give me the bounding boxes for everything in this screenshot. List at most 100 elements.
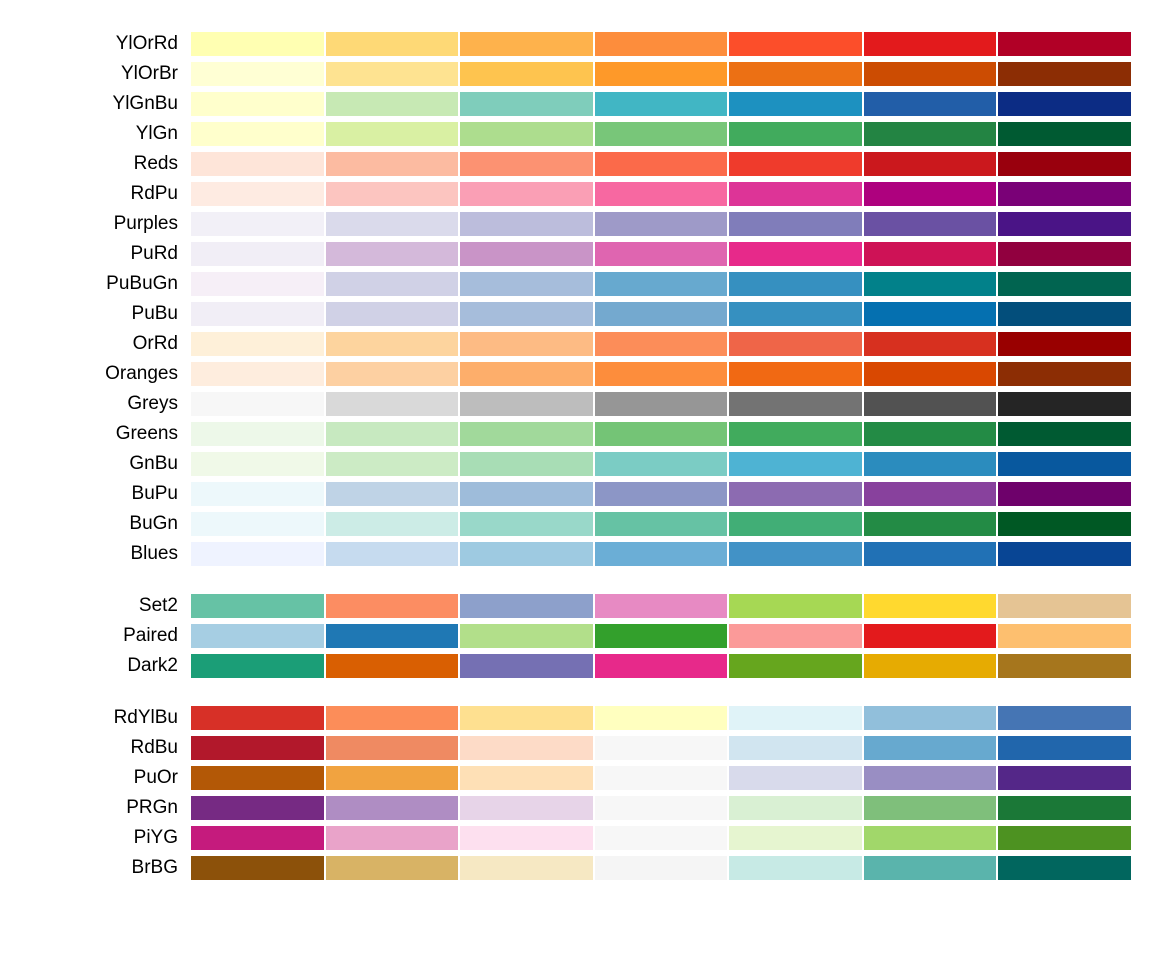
palette-row: PuBu (20, 300, 1132, 328)
color-swatch (459, 271, 594, 297)
palette-label: Reds (20, 153, 190, 175)
palette-row: Greens (20, 420, 1132, 448)
color-swatch (325, 301, 460, 327)
color-swatch (863, 31, 998, 57)
color-swatch (997, 511, 1132, 537)
color-swatch (863, 825, 998, 851)
color-swatch (997, 211, 1132, 237)
color-swatch (459, 623, 594, 649)
color-swatch (594, 61, 729, 87)
palette-row: BrBG (20, 854, 1132, 882)
color-swatch (325, 91, 460, 117)
color-swatch (863, 593, 998, 619)
color-swatch (190, 541, 325, 567)
color-swatch (190, 481, 325, 507)
color-swatch (863, 795, 998, 821)
color-swatch (594, 765, 729, 791)
palette-reference-chart: YlOrRdYlOrBrYlGnBuYlGnRedsRdPuPurplesPuR… (20, 30, 1132, 882)
color-swatch (325, 593, 460, 619)
swatch-strip (190, 593, 1132, 619)
palette-label: Dark2 (20, 655, 190, 677)
color-swatch (594, 391, 729, 417)
color-swatch (863, 181, 998, 207)
color-swatch (594, 593, 729, 619)
color-swatch (325, 451, 460, 477)
color-swatch (728, 361, 863, 387)
color-swatch (728, 451, 863, 477)
palette-row: RdBu (20, 734, 1132, 762)
palette-group-diverging: RdYlBuRdBuPuOrPRGnPiYGBrBG (20, 704, 1132, 882)
color-swatch (997, 181, 1132, 207)
color-swatch (325, 825, 460, 851)
color-swatch (997, 735, 1132, 761)
color-swatch (997, 151, 1132, 177)
palette-label: Purples (20, 213, 190, 235)
color-swatch (325, 511, 460, 537)
color-swatch (459, 241, 594, 267)
color-swatch (728, 61, 863, 87)
color-swatch (594, 481, 729, 507)
color-swatch (594, 511, 729, 537)
palette-label: GnBu (20, 453, 190, 475)
swatch-strip (190, 181, 1132, 207)
color-swatch (594, 91, 729, 117)
color-swatch (594, 331, 729, 357)
swatch-strip (190, 511, 1132, 537)
color-swatch (728, 301, 863, 327)
color-swatch (728, 735, 863, 761)
swatch-strip (190, 825, 1132, 851)
color-swatch (728, 391, 863, 417)
swatch-strip (190, 653, 1132, 679)
color-swatch (594, 271, 729, 297)
swatch-strip (190, 855, 1132, 881)
color-swatch (325, 541, 460, 567)
color-swatch (728, 795, 863, 821)
color-swatch (863, 211, 998, 237)
color-swatch (459, 795, 594, 821)
palette-group-qualitative: Set2PairedDark2 (20, 592, 1132, 680)
color-swatch (728, 421, 863, 447)
color-swatch (459, 855, 594, 881)
color-swatch (594, 31, 729, 57)
color-swatch (190, 61, 325, 87)
palette-label: PiYG (20, 827, 190, 849)
color-swatch (863, 541, 998, 567)
color-swatch (728, 855, 863, 881)
color-swatch (459, 653, 594, 679)
color-swatch (594, 421, 729, 447)
color-swatch (863, 61, 998, 87)
palette-row: YlOrRd (20, 30, 1132, 58)
palette-label: RdBu (20, 737, 190, 759)
swatch-strip (190, 481, 1132, 507)
color-swatch (190, 451, 325, 477)
palette-label: RdYlBu (20, 707, 190, 729)
palette-row: YlGn (20, 120, 1132, 148)
color-swatch (863, 855, 998, 881)
swatch-strip (190, 31, 1132, 57)
color-swatch (594, 735, 729, 761)
color-swatch (997, 451, 1132, 477)
color-swatch (728, 211, 863, 237)
color-swatch (325, 653, 460, 679)
color-swatch (728, 271, 863, 297)
color-swatch (594, 301, 729, 327)
palette-row: PRGn (20, 794, 1132, 822)
color-swatch (325, 855, 460, 881)
color-swatch (997, 301, 1132, 327)
color-swatch (594, 541, 729, 567)
palette-row: OrRd (20, 330, 1132, 358)
color-swatch (459, 151, 594, 177)
color-swatch (190, 211, 325, 237)
palette-row: Set2 (20, 592, 1132, 620)
color-swatch (190, 181, 325, 207)
palette-row: YlOrBr (20, 60, 1132, 88)
color-swatch (863, 451, 998, 477)
swatch-strip (190, 301, 1132, 327)
color-swatch (863, 765, 998, 791)
color-swatch (325, 361, 460, 387)
color-swatch (459, 31, 594, 57)
color-swatch (325, 735, 460, 761)
palette-row: Dark2 (20, 652, 1132, 680)
color-swatch (459, 61, 594, 87)
palette-row: BuPu (20, 480, 1132, 508)
